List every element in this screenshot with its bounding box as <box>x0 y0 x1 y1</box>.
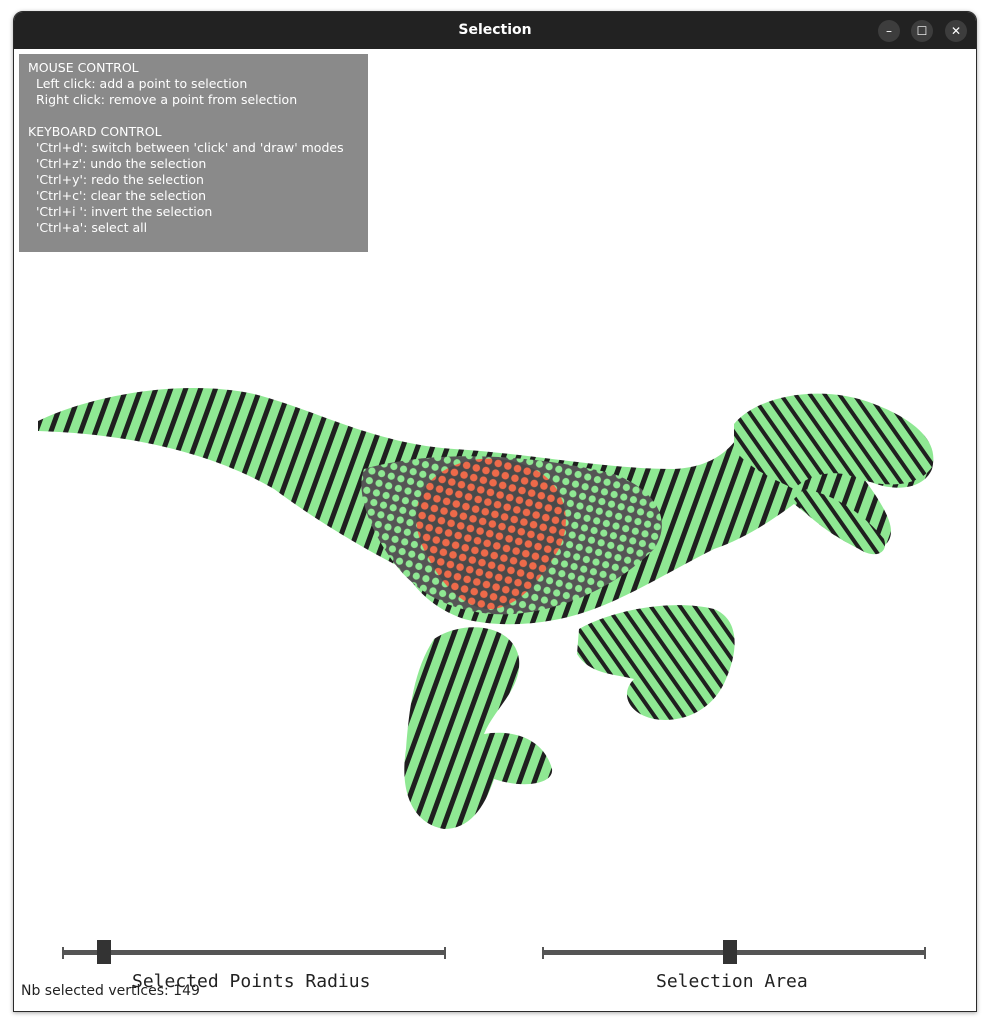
help-line: 'Ctrl+c': clear the selection <box>28 188 207 203</box>
mesh-front-arm <box>577 605 735 720</box>
help-line: KEYBOARD CONTROL <box>28 124 162 139</box>
slider-end-cap <box>444 947 446 959</box>
area-slider-handle[interactable] <box>723 940 738 964</box>
title-bar[interactable]: Selection – ☐ ✕ <box>14 12 976 49</box>
render-viewport[interactable]: MOUSE CONTROL Left click: add a point to… <box>14 49 976 1011</box>
radius-slider-track[interactable] <box>62 950 446 955</box>
close-button[interactable]: ✕ <box>945 20 967 42</box>
app-window: Selection – ☐ ✕ MOUSE CONTROL Left click… <box>13 11 977 1012</box>
status-text: Nb selected vertices: 149 <box>21 983 200 999</box>
help-line: 'Ctrl+y': redo the selection <box>28 172 204 187</box>
help-line: 'Ctrl+a': select all <box>28 220 148 235</box>
help-line: 'Ctrl+i ': invert the selection <box>28 204 213 219</box>
maximize-button[interactable]: ☐ <box>911 20 933 42</box>
mesh-rear-leg <box>404 627 553 829</box>
slider-end-cap <box>924 947 926 959</box>
help-line: 'Ctrl+d': switch between 'click' and 'dr… <box>28 140 344 155</box>
help-line: MOUSE CONTROL <box>28 60 139 75</box>
help-line: 'Ctrl+z': undo the selection <box>28 156 207 171</box>
radius-slider-handle[interactable] <box>97 940 112 964</box>
help-line: Left click: add a point to selection <box>28 76 248 91</box>
help-line: Right click: remove a point from selecti… <box>28 92 298 107</box>
window-title: Selection <box>458 22 532 38</box>
help-overlay: MOUSE CONTROL Left click: add a point to… <box>19 54 368 252</box>
minimize-button[interactable]: – <box>878 20 900 42</box>
area-slider-label: Selection Area <box>656 971 808 992</box>
